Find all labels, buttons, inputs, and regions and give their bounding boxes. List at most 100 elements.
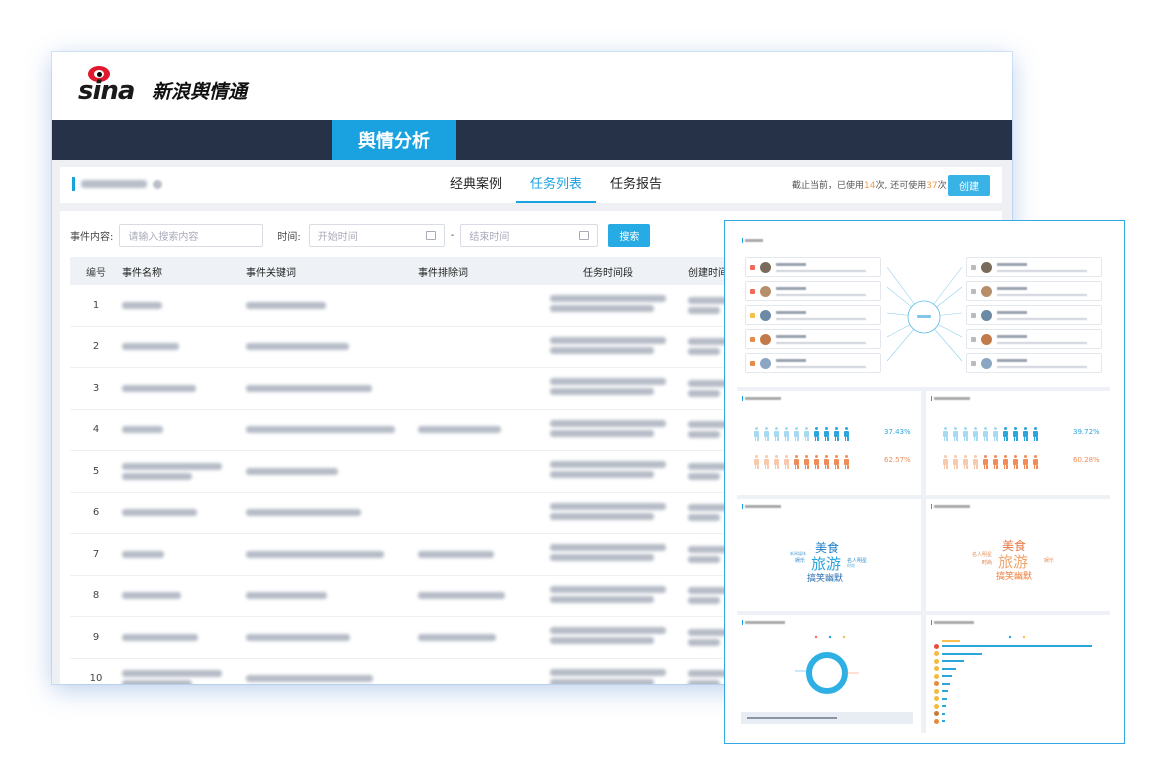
blurred-text — [550, 378, 666, 386]
event-name[interactable] — [122, 631, 246, 644]
blurred-text — [550, 637, 654, 645]
end-time-input[interactable]: 结束时间 — [460, 223, 599, 247]
help-icon[interactable] — [153, 179, 162, 189]
search-bar: 事件内容: 请输入搜索内容 时间: 开始时间 - 结束时间 搜索 — [70, 223, 651, 247]
usage-suffix: 次 — [937, 181, 947, 191]
network-user-item[interactable] — [745, 329, 881, 349]
event-name[interactable] — [122, 382, 246, 395]
person-icon — [972, 455, 979, 469]
event-name[interactable] — [122, 667, 246, 684]
blurred-text — [688, 504, 728, 512]
event-keywords — [246, 423, 418, 436]
avatar — [760, 286, 771, 297]
header-no[interactable]: 编号 — [70, 264, 122, 279]
task-period — [528, 375, 688, 401]
blurred-text — [246, 550, 384, 558]
blurred-text — [122, 670, 222, 678]
blurred-text — [550, 585, 666, 593]
network-user-item[interactable] — [745, 353, 881, 373]
blurred-text — [122, 343, 179, 351]
header-period[interactable]: 任务时间段 — [528, 264, 688, 279]
avatar — [981, 286, 992, 297]
blurred-text — [122, 680, 192, 684]
blurred-text — [122, 509, 197, 517]
event-keywords — [246, 672, 418, 684]
person-icon — [833, 427, 840, 441]
network-user-item[interactable] — [966, 329, 1102, 349]
person-icon — [942, 427, 949, 441]
avatar — [981, 262, 992, 273]
emoji-bar-row — [934, 703, 946, 709]
event-name[interactable] — [122, 423, 246, 436]
header-name[interactable]: 事件名称 — [122, 264, 246, 279]
network-user-item[interactable] — [745, 257, 881, 277]
tab-task-report[interactable]: 任务报告 — [596, 167, 676, 203]
event-name[interactable] — [122, 340, 246, 353]
tab-classic-cases[interactable]: 经典案例 — [436, 167, 516, 203]
bar — [942, 720, 945, 722]
row-number: 10 — [89, 673, 103, 684]
sina-logo[interactable]: sina 新浪舆情通 — [78, 66, 247, 106]
panel-comment-emoji — [926, 615, 1110, 733]
header-exclude[interactable]: 事件排除词 — [418, 264, 528, 279]
network-user-item[interactable] — [745, 281, 881, 301]
row-number: 1 — [92, 299, 100, 311]
blurred-text — [550, 554, 654, 562]
blurred-text — [688, 296, 728, 304]
content-search-input[interactable]: 请输入搜索内容 — [119, 223, 264, 247]
network-user-item[interactable] — [966, 353, 1102, 373]
blurred-text — [997, 263, 1027, 266]
person-icon — [783, 427, 790, 441]
row-number: 3 — [92, 382, 100, 394]
analysis-report-preview[interactable]: 37.43% 62.57% 39.72% 60.28% 美食 旅游 搞笑幽默 新… — [724, 220, 1125, 744]
search-button[interactable]: 搜索 — [608, 223, 651, 247]
avatar — [760, 310, 771, 321]
usage-prefix: 截止当前，已使用 — [792, 181, 865, 191]
tag-fashion: 时尚 — [982, 560, 993, 566]
rank-badge-icon — [971, 313, 976, 318]
emoji-bar-row — [934, 711, 945, 717]
main-nav: 舆情分析 — [52, 120, 1012, 160]
header-keywords[interactable]: 事件关键词 — [246, 264, 418, 279]
person-icon — [1012, 455, 1019, 469]
blurred-text — [997, 294, 1087, 296]
person-icon — [982, 455, 989, 469]
network-user-item[interactable] — [966, 281, 1102, 301]
network-user-item[interactable] — [966, 305, 1102, 325]
event-name[interactable] — [122, 589, 246, 602]
person-icon — [1002, 427, 1009, 441]
person-icon — [793, 427, 800, 441]
bar — [942, 652, 982, 655]
blurred-text — [997, 366, 1087, 368]
event-keywords — [246, 548, 418, 561]
person-icon — [843, 455, 850, 469]
blurred-text — [776, 270, 866, 272]
blurred-text — [688, 597, 720, 605]
event-excludes — [418, 548, 528, 561]
start-time-input[interactable]: 开始时间 — [308, 223, 445, 247]
emoji-bar-row — [934, 688, 948, 694]
event-name[interactable] — [122, 299, 246, 312]
event-name[interactable] — [122, 548, 246, 561]
person-icon — [803, 427, 810, 441]
blurred-text — [550, 678, 654, 684]
event-excludes — [418, 423, 528, 436]
event-name[interactable] — [122, 460, 246, 483]
person-icon — [952, 455, 959, 469]
rank-badge-icon — [971, 337, 976, 342]
network-user-item[interactable] — [745, 305, 881, 325]
event-name[interactable] — [122, 506, 246, 519]
create-button[interactable]: 创建 — [948, 175, 990, 196]
blurred-text — [688, 514, 720, 522]
section-marker — [72, 177, 75, 191]
blurred-text — [550, 461, 666, 469]
tab-task-list[interactable]: 任务列表 — [516, 167, 597, 203]
female-icon-row — [753, 455, 850, 469]
event-excludes — [418, 631, 528, 644]
network-user-item[interactable] — [966, 257, 1102, 277]
emoji-icon — [934, 643, 939, 649]
blurred-text — [997, 311, 1027, 314]
blurred-text — [550, 295, 666, 303]
male-percent: 39.72% — [1073, 428, 1100, 436]
nav-item-active[interactable]: 舆情分析 — [332, 120, 456, 160]
